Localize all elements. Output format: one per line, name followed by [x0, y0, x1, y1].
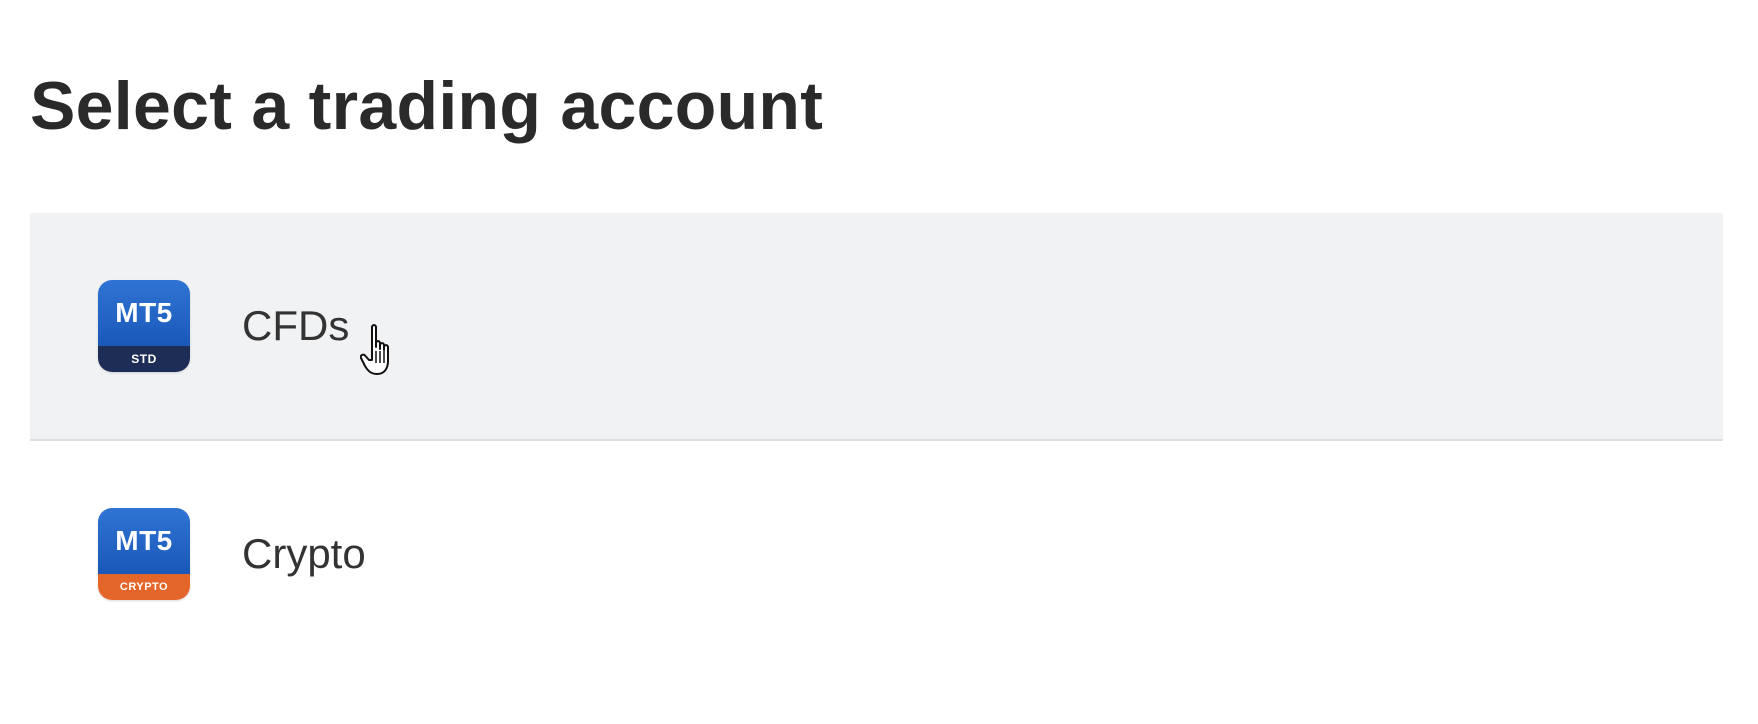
trading-account-page: Select a trading account MT5 STD CFDs MT…	[0, 0, 1758, 724]
badge-sub-label: CRYPTO	[98, 574, 190, 600]
account-list: MT5 STD CFDs MT5 CRYPTO Crypto	[30, 213, 1723, 667]
account-label-crypto: Crypto	[242, 530, 366, 577]
badge-sub-label: STD	[98, 346, 190, 372]
account-option-cfds[interactable]: MT5 STD CFDs	[30, 213, 1723, 441]
account-option-crypto[interactable]: MT5 CRYPTO Crypto	[30, 441, 1723, 667]
account-label-cfds: CFDs	[242, 302, 350, 349]
mt5-std-icon: MT5 STD	[98, 280, 190, 372]
page-title: Select a trading account	[30, 68, 824, 144]
hand-pointer-icon	[360, 324, 389, 375]
badge-main-label: MT5	[98, 280, 190, 346]
badge-main-label: MT5	[98, 508, 190, 574]
mt5-crypto-icon: MT5 CRYPTO	[98, 508, 190, 600]
